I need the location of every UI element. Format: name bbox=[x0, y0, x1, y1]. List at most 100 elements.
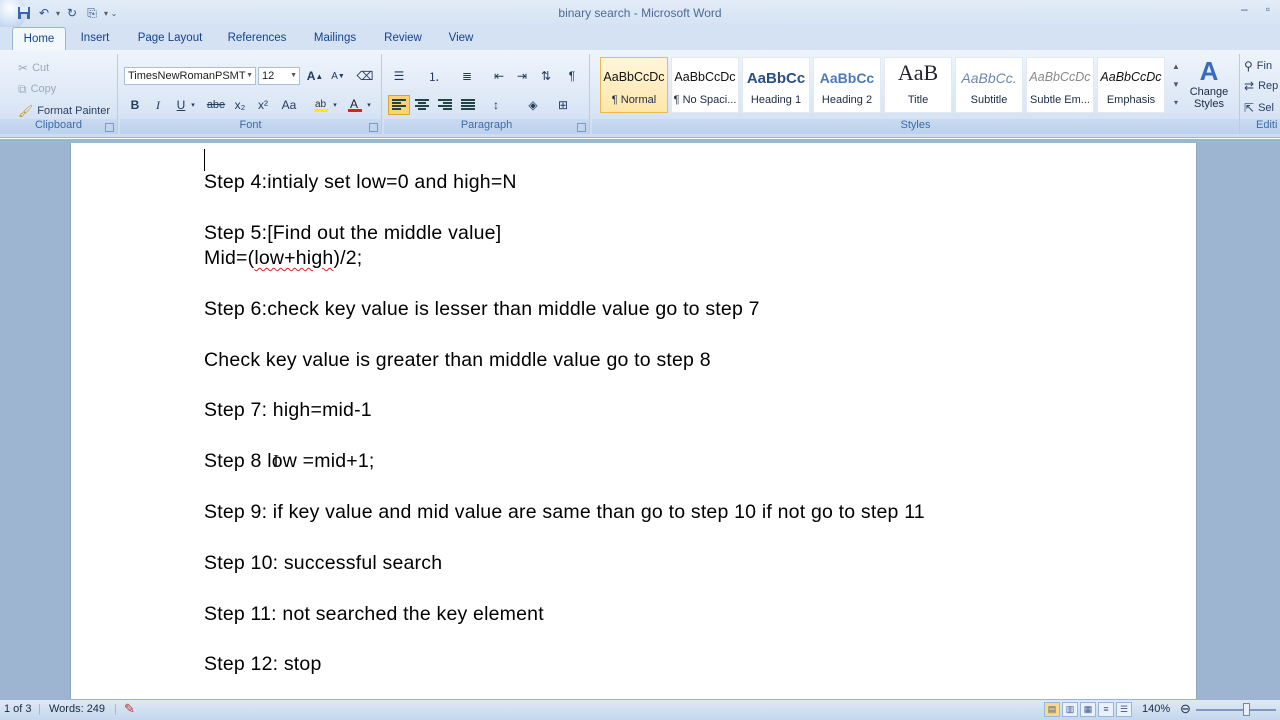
ribbon: ✂ Cut ⧉ Copy 🖌 Format Painter Clipboard … bbox=[0, 50, 1280, 138]
doc-line-step-10[interactable]: Step 10: successful search bbox=[204, 552, 442, 575]
clear-formatting-icon[interactable]: ⌫ bbox=[354, 66, 376, 86]
zoom-level[interactable]: 140% bbox=[1142, 703, 1170, 715]
style-normal[interactable]: AaBbCcDc ¶ Normal bbox=[600, 57, 668, 113]
style-no-spacing[interactable]: AaBbCcDc ¶ No Spaci... bbox=[671, 57, 739, 113]
style-subtle-emphasis[interactable]: AaBbCcDc Subtle Em... bbox=[1026, 57, 1094, 113]
tab-review[interactable]: Review bbox=[378, 27, 428, 50]
sort-icon[interactable]: ⇅ bbox=[535, 66, 557, 86]
spelling-error-mark: low+high bbox=[254, 247, 334, 269]
grow-font-button[interactable]: A ▲ bbox=[304, 66, 326, 86]
borders-icon[interactable]: ⊞ bbox=[552, 95, 574, 115]
zoom-out-icon[interactable]: ⊖ bbox=[1180, 701, 1191, 717]
find-label: Fin bbox=[1256, 60, 1273, 72]
justify-icon[interactable] bbox=[457, 95, 479, 115]
bullets-icon[interactable]: ☰ bbox=[388, 66, 410, 86]
doc-line-step-9[interactable]: Step 9: if key value and mid value are s… bbox=[204, 501, 925, 524]
font-launcher-icon[interactable] bbox=[369, 123, 378, 132]
font-size-combo[interactable]: 12 ▼ bbox=[258, 67, 300, 85]
cut-button[interactable]: ✂ Cut bbox=[18, 58, 49, 78]
change-case-button[interactable]: Aa bbox=[278, 95, 300, 115]
doc-line-step-4[interactable]: Step 4:intialy set low=0 and high=N bbox=[204, 171, 517, 194]
font-group-label: Font bbox=[120, 119, 381, 134]
replace-label: Rep bbox=[1258, 80, 1279, 92]
document-page[interactable]: Step 4:intialy set low=0 and high=N Step… bbox=[70, 143, 1197, 699]
tab-references[interactable]: References bbox=[222, 27, 292, 50]
mid-formula-suffix: )/2; bbox=[333, 247, 363, 269]
editing-group-label: Editi bbox=[1240, 119, 1280, 134]
format-painter-button[interactable]: 🖌 Format Painter bbox=[18, 101, 110, 121]
tab-home[interactable]: Home bbox=[12, 27, 66, 51]
shading-icon[interactable]: ◈ bbox=[522, 95, 544, 115]
title-bar: ↶ ▾ ↻ ⎘ ▾ ⌄ binary search - Microsoft Wo… bbox=[0, 0, 1280, 32]
style-subtitle[interactable]: AaBbCc. Subtitle bbox=[955, 57, 1023, 113]
shrink-font-button[interactable]: A ▼ bbox=[327, 66, 349, 86]
clipboard-launcher-icon[interactable] bbox=[105, 123, 114, 132]
zoom-slider[interactable] bbox=[1196, 709, 1276, 711]
line-spacing-icon[interactable]: ↕ bbox=[485, 95, 507, 115]
show-formatting-marks-icon[interactable]: ¶ bbox=[561, 66, 583, 86]
draft-view-icon[interactable]: ☰ bbox=[1116, 702, 1132, 717]
doc-line-step-12[interactable]: Step 12: stop bbox=[204, 653, 322, 676]
page-indicator[interactable]: 1 of 3 bbox=[4, 703, 32, 715]
font-name-combo[interactable]: TimesNewRomanPSMT ▼ bbox=[124, 67, 256, 85]
change-styles-button[interactable]: A Change Styles bbox=[1186, 56, 1232, 110]
select-button[interactable]: ⇱ Sel bbox=[1244, 98, 1274, 118]
decrease-indent-icon[interactable]: ⇤ bbox=[488, 66, 510, 86]
tab-insert[interactable]: Insert bbox=[70, 27, 120, 50]
style-name: Heading 2 bbox=[821, 94, 873, 106]
web-layout-view-icon[interactable]: ▦ bbox=[1080, 702, 1096, 717]
style-heading-1[interactable]: AaBbCc Heading 1 bbox=[742, 57, 810, 113]
mid-formula-prefix: Mid=( bbox=[204, 247, 255, 269]
style-title[interactable]: AaB Title bbox=[884, 57, 952, 113]
word-count[interactable]: Words: 249 bbox=[49, 703, 105, 715]
print-layout-view-icon[interactable]: ▤ bbox=[1044, 702, 1060, 717]
numbering-icon[interactable]: ⒈ bbox=[423, 66, 445, 86]
doc-line-mid-formula[interactable]: Mid=(low+high)/2; bbox=[204, 247, 362, 270]
strikethrough-button[interactable]: abe bbox=[205, 95, 227, 115]
increase-indent-icon[interactable]: ⇥ bbox=[511, 66, 533, 86]
outline-view-icon[interactable]: ≡ bbox=[1098, 702, 1114, 717]
highlight-dropdown-icon[interactable]: ▾ bbox=[330, 95, 340, 115]
italic-button[interactable]: I bbox=[147, 95, 169, 115]
highlight-icon[interactable]: ab bbox=[310, 95, 332, 115]
doc-line-step-11[interactable]: Step 11: not searched the key element bbox=[204, 603, 544, 626]
font-name-dropdown-icon[interactable]: ▼ bbox=[246, 68, 253, 84]
editing-group: ⚲ Fin ⇄ Rep ⇱ Sel Editi bbox=[1240, 54, 1280, 134]
full-screen-reading-icon[interactable]: ▥ bbox=[1062, 702, 1078, 717]
font-size-dropdown-icon[interactable]: ▼ bbox=[290, 68, 297, 84]
restore-icon[interactable]: ▫ bbox=[1266, 2, 1270, 16]
doc-line-step-8[interactable]: Step 8 low =mid+1; bbox=[204, 450, 375, 473]
align-left-icon[interactable] bbox=[388, 95, 410, 115]
styles-gallery-scroll[interactable]: ▲ ▼ ▾ bbox=[1170, 58, 1182, 114]
align-right-icon[interactable] bbox=[434, 95, 456, 115]
document-area: Step 4:intialy set low=0 and high=N Step… bbox=[0, 139, 1280, 699]
style-emphasis[interactable]: AaBbCcDc Emphasis bbox=[1097, 57, 1165, 113]
superscript-button[interactable]: x² bbox=[252, 95, 274, 115]
proofing-error-icon[interactable]: ✎ bbox=[124, 701, 135, 717]
paragraph-launcher-icon[interactable] bbox=[577, 123, 586, 132]
tab-view[interactable]: View bbox=[440, 27, 482, 50]
style-preview: AaBbCc bbox=[746, 70, 806, 87]
zoom-slider-thumb[interactable] bbox=[1243, 703, 1250, 716]
doc-line-step-5[interactable]: Step 5:[Find out the middle value] bbox=[204, 222, 501, 245]
copy-button[interactable]: ⧉ Copy bbox=[18, 79, 56, 99]
bold-button[interactable]: B bbox=[124, 95, 146, 115]
replace-button[interactable]: ⇄ Rep bbox=[1244, 76, 1278, 96]
scissors-icon: ✂ bbox=[18, 61, 29, 75]
doc-line-check-greater[interactable]: Check key value is greater than middle v… bbox=[204, 349, 711, 372]
tab-mailings[interactable]: Mailings bbox=[306, 27, 364, 50]
font-color-dropdown-icon[interactable]: ▾ bbox=[364, 95, 374, 115]
minimize-icon[interactable]: – bbox=[1241, 2, 1248, 16]
doc-line-step-7[interactable]: Step 7: high=mid-1 bbox=[204, 399, 372, 422]
font-color-icon[interactable]: A bbox=[344, 95, 366, 115]
style-heading-2[interactable]: AaBbCc Heading 2 bbox=[813, 57, 881, 113]
find-button[interactable]: ⚲ Fin bbox=[1244, 56, 1272, 76]
subscript-button[interactable]: x₂ bbox=[229, 95, 251, 115]
doc-line-step-6[interactable]: Step 6:check key value is lesser than mi… bbox=[204, 298, 760, 321]
status-bar: 1 of 3 | Words: 249 | ✎ ▤ ▥ ▦ ≡ ☰ 140% ⊖ bbox=[0, 699, 1280, 720]
ibeam-cursor-icon: I bbox=[273, 451, 279, 471]
tab-page-layout[interactable]: Page Layout bbox=[132, 27, 208, 50]
align-center-icon[interactable] bbox=[411, 95, 433, 115]
underline-dropdown-icon[interactable]: ▾ bbox=[188, 95, 198, 115]
multilevel-list-icon[interactable]: ≣ bbox=[456, 66, 478, 86]
